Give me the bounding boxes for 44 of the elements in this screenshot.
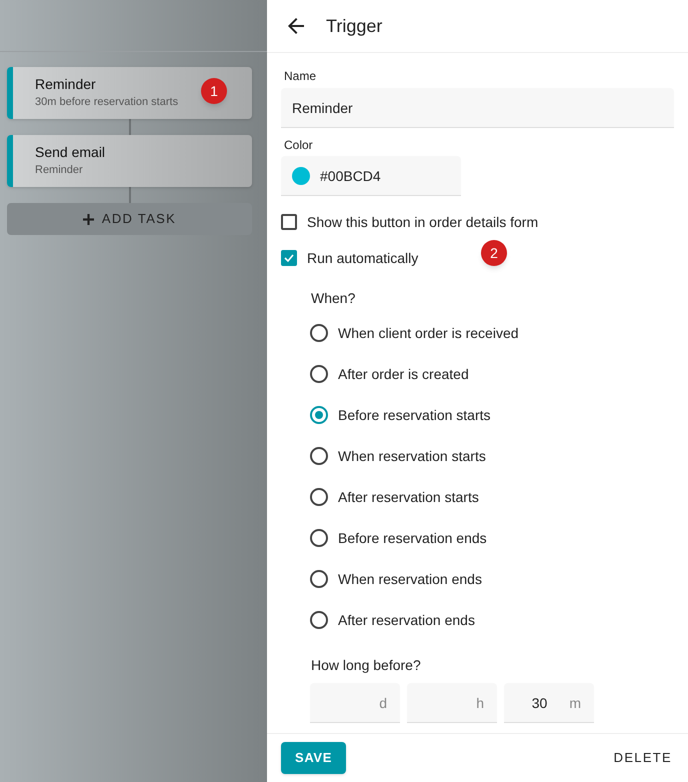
radio-label: After order is created [338, 365, 469, 383]
check-icon [283, 252, 295, 264]
radio-button[interactable] [310, 488, 328, 506]
delete-button[interactable]: DELETE [614, 749, 674, 767]
radio-label: When reservation starts [338, 447, 486, 465]
radio-label: After reservation ends [338, 611, 475, 629]
radio-button[interactable] [310, 611, 328, 629]
callout-badge: 1 [201, 78, 227, 104]
task-subtitle: Reminder [35, 163, 84, 178]
radio-button[interactable] [310, 324, 328, 342]
radio-label: After reservation starts [338, 488, 479, 506]
section-label: How long before? [311, 656, 422, 674]
radio-label: Before reservation starts [338, 406, 491, 424]
radio-button[interactable] [310, 406, 328, 424]
checkbox-label: Run automatically [307, 249, 418, 267]
unit-label: h [476, 694, 484, 712]
radio-label: When reservation ends [338, 570, 482, 588]
unit-label: d [379, 694, 387, 712]
radio-button[interactable] [310, 365, 328, 383]
radio-button[interactable] [310, 529, 328, 547]
panel-title: Trigger [326, 17, 382, 35]
field-label: Name [283, 68, 318, 85]
task-card[interactable]: Send email Reminder [7, 135, 252, 187]
task-subtitle: 30m before reservation starts [35, 95, 180, 110]
plus-icon [82, 214, 94, 224]
checkbox[interactable] [281, 250, 297, 266]
unit-label: m [569, 694, 581, 712]
duration-field[interactable]: 30 m [504, 683, 594, 723]
save-button[interactable]: SAVE [281, 742, 346, 774]
task-card[interactable]: Reminder 30m before reservation starts 1 [7, 67, 252, 119]
add-task-button[interactable]: ADD TASK [7, 203, 252, 235]
color-field[interactable]: #00BCD4 [281, 156, 461, 196]
callout-badge: 2 [481, 240, 507, 266]
field-label: Color [283, 137, 314, 154]
name-field[interactable]: Reminder [281, 88, 674, 128]
radio-label: When client order is received [338, 324, 519, 342]
task-title: Send email [35, 143, 106, 161]
radio-label: Before reservation ends [338, 529, 487, 547]
radio-button[interactable] [310, 570, 328, 588]
radio-button[interactable] [310, 447, 328, 465]
checkbox[interactable] [281, 214, 297, 230]
checkbox-label: Show this button in order details form [307, 213, 538, 231]
task-title: Reminder [35, 75, 96, 93]
section-label: When? [311, 289, 356, 307]
